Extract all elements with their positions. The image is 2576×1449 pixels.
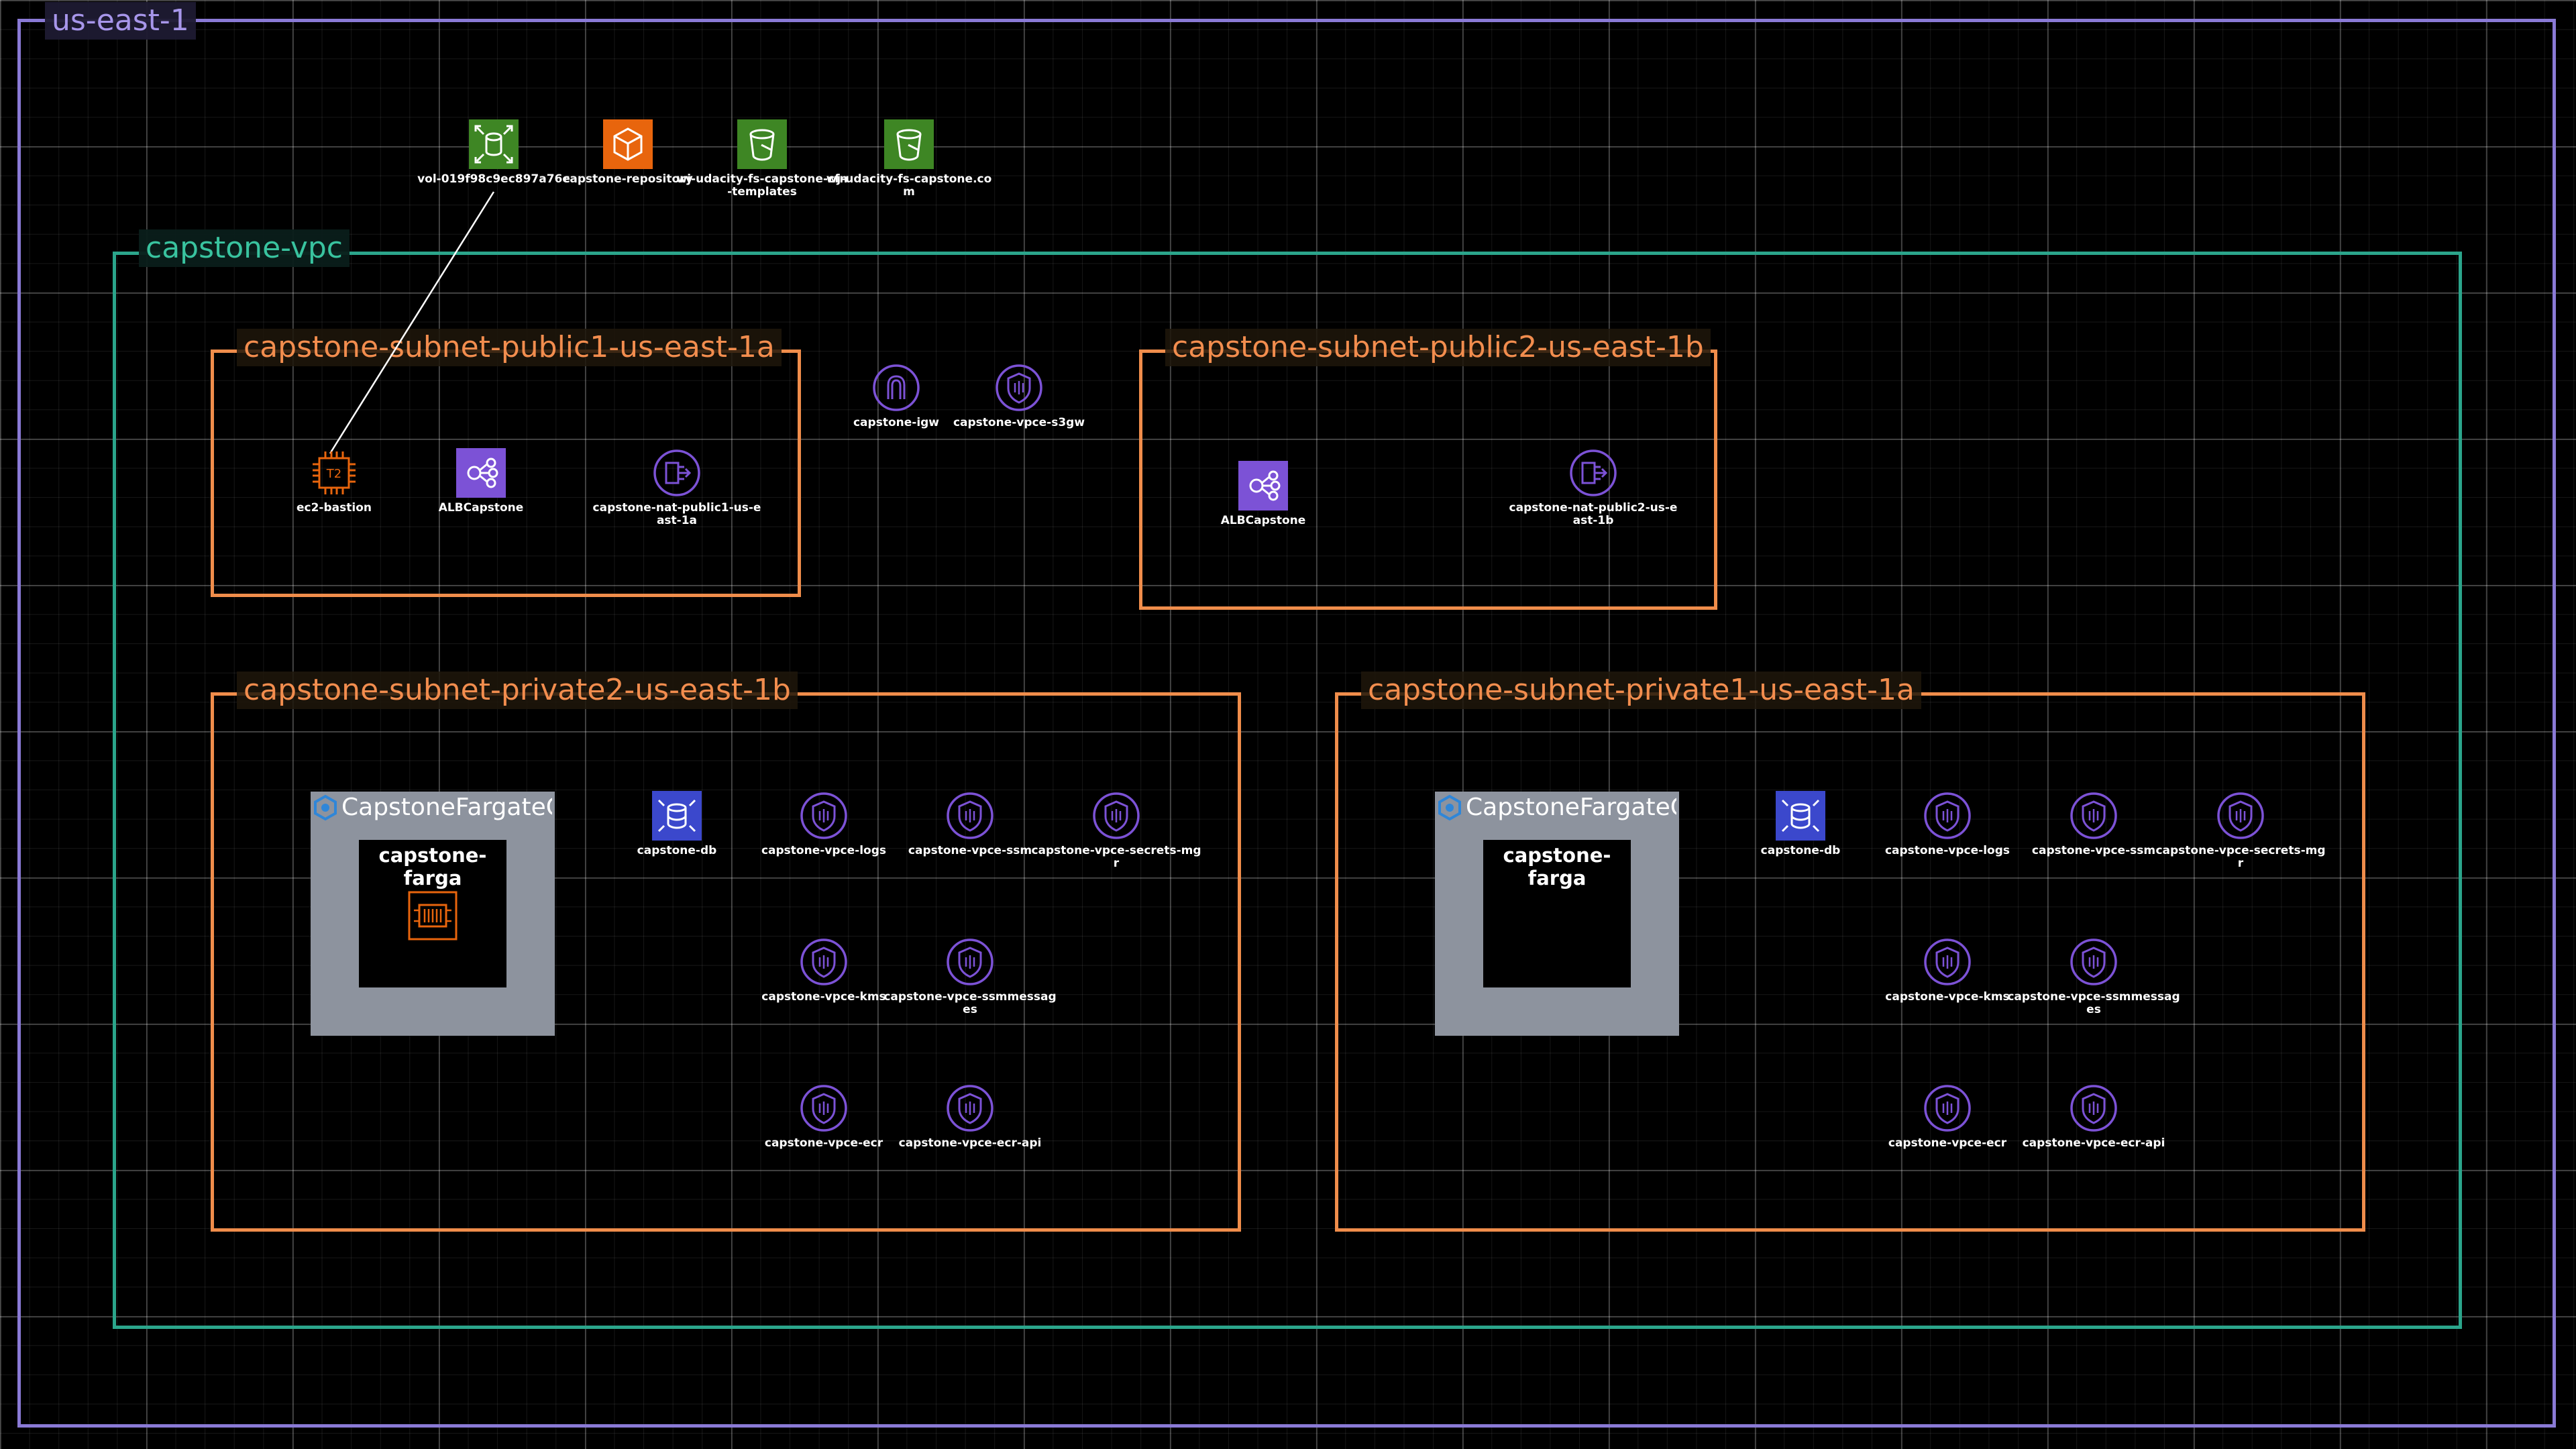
vpc-endpoint-icon: [945, 937, 995, 987]
task-label: capstone-farga: [378, 844, 487, 890]
nat-public1-node[interactable]: capstone-nat-public1-us-east-1a: [590, 448, 764, 527]
vpc-endpoint-icon: [799, 1083, 849, 1133]
rds-icon: [1776, 791, 1825, 841]
alb-public2-node[interactable]: ALBCapstone: [1176, 461, 1350, 527]
vpce-ssmmessages-private2-label: capstone-vpce-ssmmessages: [883, 990, 1057, 1016]
vpc-endpoint-icon: [1091, 791, 1141, 841]
fargate-task-icon: [407, 890, 458, 941]
cluster-title: CapstoneFargateCluster: [312, 794, 552, 821]
vpce-ecr-api-private2-node[interactable]: capstone-vpce-ecr-api: [883, 1083, 1057, 1150]
subnet-private1-label: capstone-subnet-private1-us-east-1a: [1361, 672, 1922, 709]
vpc-endpoint-icon: [2069, 1083, 2118, 1133]
load-balancer-icon: [456, 448, 506, 498]
vpc-label: capstone-vpc: [139, 229, 350, 267]
s3-bucket-site-label: wj-udacity-fs-capstone.com: [826, 172, 992, 199]
region-label: us-east-1: [45, 2, 196, 40]
cluster-label: CapstoneFargateCluster: [341, 794, 552, 821]
vpc-endpoint-icon: [994, 363, 1044, 413]
vpc-endpoint-icon: [799, 791, 849, 841]
vpc-endpoint-icon: [1923, 1083, 1972, 1133]
nat-public1-label: capstone-nat-public1-us-east-1a: [592, 501, 761, 527]
cluster-title: CapstoneFargateCluster: [1436, 794, 1676, 821]
alb-public1-node[interactable]: ALBCapstone: [394, 448, 568, 515]
subnet-public1-label: capstone-subnet-public1-us-east-1a: [237, 329, 782, 366]
vpce-ssmmessages-private1-node[interactable]: capstone-vpce-ssmmessages: [2006, 937, 2181, 1016]
vpce-s3gw-label: capstone-vpce-s3gw: [953, 416, 1085, 429]
fargate-task-private2[interactable]: capstone-farga: [359, 840, 506, 987]
vpce-ssmmessages-private1-label: capstone-vpce-ssmmessages: [2007, 990, 2180, 1016]
alb-public2-label: ALBCapstone: [1220, 514, 1306, 527]
alb-public1-label: ALBCapstone: [438, 501, 524, 515]
vpc-endpoint-icon: [2069, 791, 2118, 841]
task-label: capstone-farga: [1503, 844, 1611, 890]
fargate-cluster-private1[interactable]: CapstoneFargateCluster capstone-farga: [1435, 792, 1679, 1036]
vpc-endpoint-icon: [799, 937, 849, 987]
vpce-s3gw-node[interactable]: capstone-vpce-s3gw: [932, 363, 1106, 429]
nat-gateway-icon: [652, 448, 702, 498]
vpc-endpoint-icon: [1923, 937, 1972, 987]
fargate-task-private1[interactable]: capstone-farga: [1483, 840, 1631, 987]
subnet-public2-label: capstone-subnet-public2-us-east-1b: [1165, 329, 1711, 366]
vpce-ssmmessages-private2-node[interactable]: capstone-vpce-ssmmessages: [883, 937, 1057, 1016]
cluster-label: CapstoneFargateCluster: [1466, 794, 1676, 821]
ecr-repository-icon: [603, 119, 653, 169]
s3-bucket-site-node[interactable]: wj-udacity-fs-capstone.com: [822, 119, 996, 199]
vpce-secrets-private1-label: capstone-vpce-secrets-mgr: [2155, 844, 2326, 870]
load-balancer-icon: [1238, 461, 1288, 511]
fargate-cluster-private2[interactable]: CapstoneFargateCluster capstone-farga: [311, 792, 555, 1036]
vpc-endpoint-icon: [945, 791, 995, 841]
vpc-endpoint-icon: [2216, 791, 2265, 841]
vpc-endpoint-icon: [1923, 791, 1972, 841]
nat-gateway-icon: [1568, 448, 1618, 498]
vpce-ecr-api-private2-label: capstone-vpce-ecr-api: [898, 1136, 1042, 1150]
ecs-cluster-icon: [1436, 794, 1463, 821]
subnet-private2-label: capstone-subnet-private2-us-east-1b: [237, 672, 798, 709]
vpce-ecr-api-private1-label: capstone-vpce-ecr-api: [2022, 1136, 2165, 1150]
ebs-volume-icon: [469, 119, 519, 169]
vpce-secrets-private2-label: capstone-vpce-secrets-mgr: [1031, 844, 1201, 870]
vpc-endpoint-icon: [945, 1083, 995, 1133]
vpce-secrets-private2-node[interactable]: capstone-vpce-secrets-mgr: [1029, 791, 1203, 870]
vpc-endpoint-icon: [2069, 937, 2118, 987]
ecs-cluster-icon: [312, 794, 339, 821]
vpce-ecr-api-private1-node[interactable]: capstone-vpce-ecr-api: [2006, 1083, 2181, 1150]
s3-bucket-icon: [737, 119, 787, 169]
nat-public2-label: capstone-nat-public2-us-east-1b: [1509, 501, 1678, 527]
vpce-secrets-private1-node[interactable]: capstone-vpce-secrets-mgr: [2153, 791, 2328, 870]
rds-icon: [652, 791, 702, 841]
internet-gateway-icon: [871, 363, 921, 413]
nat-public2-node[interactable]: capstone-nat-public2-us-east-1b: [1506, 448, 1680, 527]
ec2-instance-icon: [309, 448, 359, 498]
s3-bucket-icon: [884, 119, 934, 169]
